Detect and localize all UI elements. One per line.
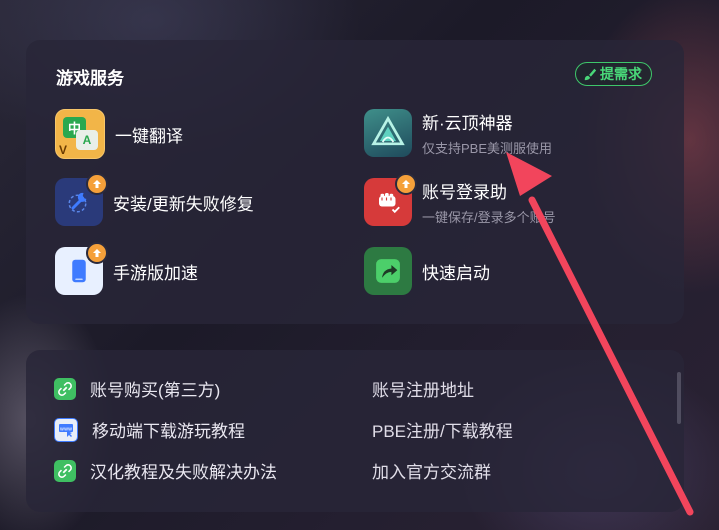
service-name: 安装/更新失败修复	[113, 194, 254, 214]
link-label: 移动端下载游玩教程	[92, 422, 245, 441]
brush-icon	[584, 68, 597, 81]
update-badge-icon	[86, 242, 108, 264]
scrollbar[interactable]	[677, 372, 681, 424]
service-name: 新·云顶神器	[422, 114, 513, 133]
service-quick-start[interactable]: 快速启动	[364, 247, 490, 295]
service-mobile-boost[interactable]: 手游版加速	[55, 242, 198, 295]
www-icon: www	[54, 417, 78, 442]
request-feature-label: 提需求	[600, 66, 642, 82]
tft-tool-icon	[364, 109, 412, 157]
link-mobile-tutorial[interactable]: www 移动端下载游玩教程	[54, 417, 245, 442]
request-feature-button[interactable]: 提需求	[575, 62, 652, 86]
wrench-icon	[55, 173, 108, 226]
translate-v-glyph: V	[59, 143, 68, 157]
links-panel: 账号购买(第三方) www 移动端下载游玩教程 汉化教程及失败解决办法 账号注册…	[26, 350, 684, 512]
service-name: 一键翻译	[115, 126, 183, 146]
service-install-repair[interactable]: 安装/更新失败修复	[55, 173, 254, 226]
link-pbe-register[interactable]: PBE注册/下载教程	[372, 417, 513, 442]
update-badge-icon	[395, 173, 417, 195]
link-label: 账号注册地址	[372, 381, 474, 400]
service-name: 快速启动	[422, 263, 490, 283]
translate-a-glyph: A	[76, 130, 98, 150]
service-name: 账号登录助	[422, 183, 507, 202]
link-localization-tutorial[interactable]: 汉化教程及失败解决办法	[54, 458, 277, 483]
link-label: 加入官方交流群	[372, 463, 491, 482]
link-label: 账号购买(第三方)	[90, 381, 221, 400]
phone-icon	[55, 242, 108, 295]
fist-icon	[364, 173, 417, 226]
link-label: PBE注册/下载教程	[372, 422, 513, 441]
service-tft-tool[interactable]: 新·云顶神器 仅支持PBE美测服使用	[364, 109, 552, 157]
link-icon	[54, 377, 76, 400]
link-icon	[54, 459, 76, 482]
service-translate[interactable]: 中 A V 一键翻译	[55, 109, 183, 159]
quick-start-icon	[364, 247, 412, 295]
service-subtitle: 仅支持PBE美测服使用	[422, 141, 553, 156]
game-services-panel: 游戏服务 提需求 中 A V 一键翻译 新·云顶神器 仅支持PBE美测服使用 安…	[26, 40, 684, 324]
section-title: 游戏服务	[56, 69, 124, 88]
service-name: 手游版加速	[113, 263, 198, 283]
translate-icon: 中 A V	[55, 109, 105, 159]
svg-text:www: www	[60, 426, 72, 432]
link-buy-account[interactable]: 账号购买(第三方)	[54, 376, 220, 401]
service-account-login[interactable]: 账号登录助 一键保存/登录多个账号	[364, 173, 556, 226]
update-badge-icon	[86, 173, 108, 195]
link-account-register[interactable]: 账号注册地址	[372, 376, 474, 401]
link-join-group[interactable]: 加入官方交流群	[372, 458, 491, 483]
service-subtitle: 一键保存/登录多个账号	[422, 210, 556, 225]
link-label: 汉化教程及失败解决办法	[90, 463, 277, 482]
